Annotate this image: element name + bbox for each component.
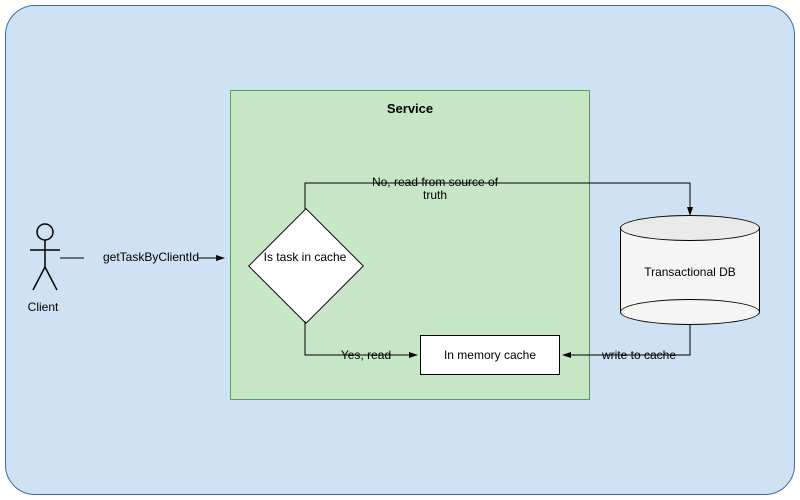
database-node: Transactional DB	[620, 215, 760, 325]
edge-label-decision-yes: Yes, read	[326, 349, 406, 362]
actor-icon	[30, 222, 60, 295]
edge-label-client-to-service: getTaskByClientId	[86, 251, 216, 264]
service-title: Service	[231, 101, 589, 116]
actor-label: Client	[18, 300, 68, 314]
cache-node: In memory cache	[420, 335, 560, 375]
database-label: Transactional DB	[620, 265, 760, 279]
edge-label-db-to-cache: write to cache	[594, 349, 684, 362]
edge-label-decision-no: No, read from source of truth	[370, 176, 500, 202]
cache-label: In memory cache	[444, 348, 536, 362]
decision-label: Is task in cache	[255, 250, 355, 280]
diagram-canvas: Service Client Is task in cache In memor…	[0, 0, 800, 500]
